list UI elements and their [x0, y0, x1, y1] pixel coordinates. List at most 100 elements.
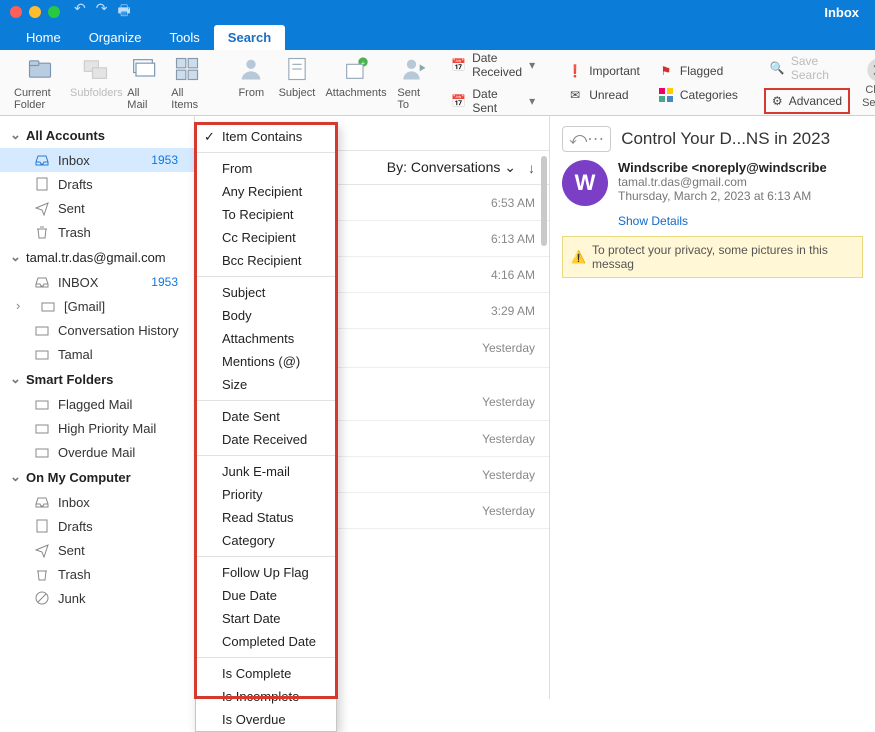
- filter-important[interactable]: ❗ Important: [561, 61, 646, 81]
- folder-icon: [40, 298, 56, 314]
- envelope-icon: ✉: [567, 87, 583, 103]
- dropdown-item[interactable]: Category: [196, 529, 336, 552]
- dropdown-item[interactable]: Completed Date: [196, 630, 336, 653]
- flag-icon: ⚑: [658, 63, 674, 79]
- dropdown-item[interactable]: Subject: [196, 281, 336, 304]
- redo-icon[interactable]: ↷: [96, 0, 108, 24]
- save-search-button[interactable]: 🔍 Save Search: [764, 52, 850, 84]
- sidebar-item-trash[interactable]: Trash: [0, 220, 194, 244]
- advanced-button[interactable]: ⚙ Advanced: [764, 88, 850, 114]
- sidebar-item-conv-history[interactable]: Conversation History: [0, 318, 194, 342]
- avatar: W: [562, 160, 608, 206]
- show-details-link[interactable]: Show Details: [562, 214, 863, 228]
- ribbon-label: Save Search: [791, 54, 844, 82]
- tab-search[interactable]: Search: [214, 25, 285, 50]
- sidebar-item-omc-inbox[interactable]: Inbox: [0, 490, 194, 514]
- dropdown-item[interactable]: Date Sent: [196, 405, 336, 428]
- reply-icon[interactable]: ⤺⋯: [562, 126, 611, 152]
- sort-direction-icon[interactable]: ↓: [528, 160, 535, 176]
- dropdown-item[interactable]: Bcc Recipient: [196, 249, 336, 272]
- window-minimize-icon[interactable]: [29, 6, 41, 18]
- inbox-icon: [34, 152, 50, 168]
- dropdown-item[interactable]: Is Incomplete: [196, 685, 336, 708]
- filter-sent-to[interactable]: Sent To: [391, 52, 439, 113]
- dropdown-item[interactable]: Is Complete: [196, 662, 336, 685]
- dropdown-item[interactable]: Body: [196, 304, 336, 327]
- print-icon[interactable]: 🖶: [117, 0, 130, 24]
- undo-icon[interactable]: ↶: [74, 0, 86, 24]
- sidebar-item-omc-trash[interactable]: Trash: [0, 562, 194, 586]
- sidebar-label: Junk: [58, 591, 85, 606]
- sidebar-label: Tamal: [58, 347, 93, 362]
- dropdown-item[interactable]: From: [196, 157, 336, 180]
- dropdown-item[interactable]: Size: [196, 373, 336, 396]
- sidebar-item-gmail[interactable]: ›[Gmail]: [0, 294, 194, 318]
- sidebar-item-drafts[interactable]: Drafts: [0, 172, 194, 196]
- scrollbar-thumb[interactable]: [541, 156, 547, 246]
- sidebar-item-inbox2[interactable]: INBOX1953: [0, 270, 194, 294]
- sidebar-item-inbox[interactable]: Inbox 1953: [0, 148, 194, 172]
- scope-subfolders[interactable]: Subfolders: [71, 52, 121, 101]
- filter-subject[interactable]: Subject: [273, 52, 320, 101]
- scrollbar[interactable]: [539, 116, 549, 699]
- scope-all-items[interactable]: All Items: [165, 52, 209, 113]
- tab-organize[interactable]: Organize: [75, 25, 156, 50]
- message-date: Thursday, March 2, 2023 at 6:13 AM: [618, 189, 827, 203]
- close-search-button[interactable]: Close Search: [856, 54, 875, 110]
- dropdown-item[interactable]: Item Contains: [196, 125, 336, 148]
- privacy-text: To protect your privacy, some pictures i…: [592, 243, 854, 271]
- dropdown-item[interactable]: Mentions (@): [196, 350, 336, 373]
- dropdown-item[interactable]: Start Date: [196, 607, 336, 630]
- filter-date-sent[interactable]: 📅 Date Sent ▾: [445, 85, 541, 117]
- window-title: Inbox: [824, 5, 865, 20]
- message-time: 4:16 AM: [465, 268, 535, 282]
- sidebar-item-omc-drafts[interactable]: Drafts: [0, 514, 194, 538]
- tab-tools[interactable]: Tools: [155, 25, 213, 50]
- trash-icon: [34, 566, 50, 582]
- sidebar-item-tamal[interactable]: Tamal: [0, 342, 194, 366]
- dropdown-item[interactable]: Junk E-mail: [196, 460, 336, 483]
- tab-home[interactable]: Home: [12, 25, 75, 50]
- filter-categories[interactable]: Categories: [652, 85, 744, 105]
- dropdown-item[interactable]: Priority: [196, 483, 336, 506]
- dropdown-item[interactable]: Is Overdue: [196, 708, 336, 731]
- filter-unread[interactable]: ✉ Unread: [561, 85, 646, 105]
- window-zoom-icon[interactable]: [48, 6, 60, 18]
- dropdown-item[interactable]: Cc Recipient: [196, 226, 336, 249]
- sidebar-label: [Gmail]: [64, 299, 105, 314]
- dropdown-item[interactable]: To Recipient: [196, 203, 336, 226]
- filter-date-received[interactable]: 📅 Date Received ▾: [445, 49, 541, 81]
- search-field-dropdown[interactable]: Item Contains FromAny RecipientTo Recipie…: [195, 124, 337, 732]
- sidebar-label: All Accounts: [26, 128, 105, 143]
- filter-attachments[interactable]: + Attachments: [321, 52, 392, 101]
- important-icon: ❗: [567, 63, 583, 79]
- chevron-down-icon: ⌄: [10, 469, 20, 485]
- sidebar-section-account[interactable]: ⌄tamal.tr.das@gmail.com: [0, 244, 194, 270]
- sidebar-section-on-my-computer[interactable]: ⌄On My Computer: [0, 464, 194, 490]
- scope-current-folder[interactable]: Current Folder: [8, 52, 71, 113]
- dropdown-item[interactable]: Attachments: [196, 327, 336, 350]
- subject-icon: [282, 54, 312, 84]
- filter-from[interactable]: From: [229, 52, 273, 101]
- sidebar-item-flagged-mail[interactable]: Flagged Mail: [0, 392, 194, 416]
- sidebar-item-high-priority[interactable]: High Priority Mail: [0, 416, 194, 440]
- sidebar-item-sent[interactable]: Sent: [0, 196, 194, 220]
- dropdown-item[interactable]: Due Date: [196, 584, 336, 607]
- sidebar-section-all-accounts[interactable]: ⌄All Accounts: [0, 122, 194, 148]
- folder-icon: [25, 54, 55, 84]
- filter-flagged[interactable]: ⚑ Flagged: [652, 61, 744, 81]
- sidebar-item-overdue[interactable]: Overdue Mail: [0, 440, 194, 464]
- sidebar-item-omc-sent[interactable]: Sent: [0, 538, 194, 562]
- sidebar-section-smart-folders[interactable]: ⌄Smart Folders: [0, 366, 194, 392]
- dropdown-item[interactable]: Any Recipient: [196, 180, 336, 203]
- dropdown-item[interactable]: Follow Up Flag: [196, 561, 336, 584]
- message-time: Yesterday: [465, 341, 535, 355]
- dropdown-item[interactable]: Date Received: [196, 428, 336, 451]
- ribbon-label: Subfolders: [70, 87, 123, 99]
- sidebar-item-omc-junk[interactable]: Junk: [0, 586, 194, 610]
- message-time: Yesterday: [465, 395, 535, 410]
- scope-all-mail[interactable]: All Mail: [121, 52, 165, 113]
- dropdown-item[interactable]: Read Status: [196, 506, 336, 529]
- window-close-icon[interactable]: [10, 6, 22, 18]
- sort-by-dropdown[interactable]: By: Conversations ⌄: [387, 159, 516, 176]
